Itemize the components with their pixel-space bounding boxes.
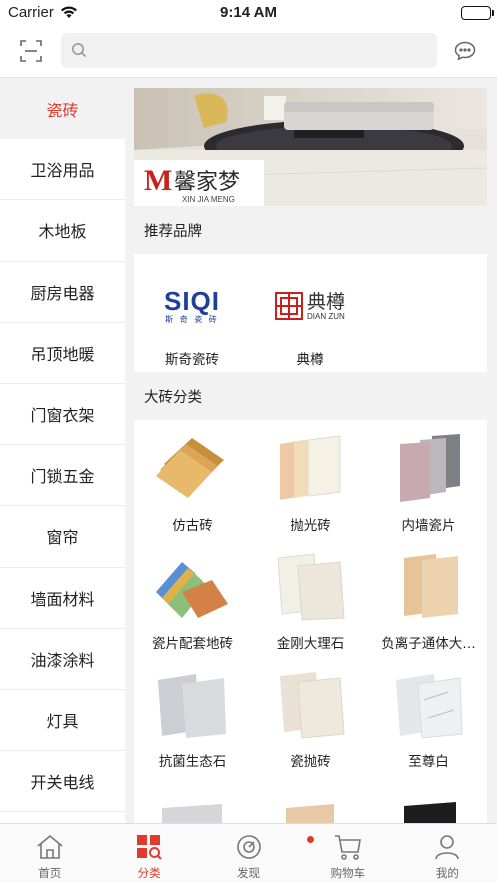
home-icon [35, 832, 65, 862]
tile-label: 瓷片配套地砖 [152, 636, 233, 652]
tile-item-negative-ion[interactable]: 负离子通体大… [370, 538, 487, 656]
tile-image [286, 804, 334, 823]
category-sidebar: 瓷砖 卫浴用品 木地板 厨房电器 吊顶地暖 门窗衣架 门锁五金 窗帘 墙面材料 … [0, 78, 125, 823]
tile-item-polished[interactable]: 抛光砖 [252, 420, 369, 538]
matching-floor-tile-image [156, 562, 228, 618]
category-icon [134, 832, 164, 862]
tile-category-grid: 仿古砖 抛光砖 内墙瓷片 瓷片配套地砖 金刚大理石 负离子通体大… 抗菌生态石 … [134, 420, 487, 823]
categories-section-title: 大砖分类 [144, 389, 202, 406]
sidebar-item-doors-windows[interactable]: 门窗衣架 [0, 383, 125, 446]
tile-label: 内墙瓷片 [401, 518, 456, 534]
brand-dianzun[interactable]: 典樽 DIAN ZUN 典樽 [258, 254, 362, 372]
tile-item-row4-3[interactable] [370, 774, 487, 823]
banner-logo-text: 馨家梦 [174, 170, 240, 195]
tile-item-row4-2[interactable] [252, 774, 369, 823]
banner-logo-sub: XIN JIA MENG [182, 195, 235, 204]
sidebar-item-ceiling-heating[interactable]: 吊顶地暖 [0, 322, 125, 384]
message-button[interactable] [450, 36, 480, 66]
tile-item-matching-floor[interactable]: 瓷片配套地砖 [134, 538, 251, 656]
tab-label: 首页 [38, 866, 62, 880]
discover-icon [234, 832, 264, 862]
tile-item-supreme-white[interactable]: 至尊白 [370, 656, 487, 774]
tile-image [162, 804, 222, 823]
sidebar-item-wood-floor[interactable]: 木地板 [0, 200, 125, 262]
category-content: M 馨家梦 XIN JIA MENG 推荐品牌 SIQI 斯 奇 瓷 砖 斯奇瓷… [134, 88, 487, 823]
search-icon [71, 42, 87, 62]
tab-label: 我的 [435, 866, 459, 880]
tile-label: 仿古砖 [172, 518, 213, 534]
bottom-tab-bar: 首页 分类 发现 购物车 我的 [0, 823, 497, 883]
tile-item-marble[interactable]: 金刚大理石 [252, 538, 369, 656]
tile-label: 抗菌生态石 [158, 754, 227, 770]
tab-discover[interactable]: 发现 [199, 824, 314, 883]
tab-label: 分类 [137, 866, 161, 880]
tab-category[interactable]: 分类 [99, 824, 198, 883]
search-input[interactable] [93, 33, 423, 68]
brand-siqi[interactable]: SIQI 斯 奇 瓷 砖 斯奇瓷砖 [140, 254, 244, 372]
sidebar-item-curtains[interactable]: 窗帘 [0, 506, 125, 568]
tile-item-antibacterial[interactable]: 抗菌生态石 [134, 656, 251, 774]
scan-icon [20, 40, 42, 62]
tile-label: 负离子通体大… [381, 636, 476, 652]
antibacterial-stone-image [158, 674, 226, 738]
banner-logo-mark: M [144, 164, 172, 197]
sidebar-item-paint[interactable]: 油漆涂料 [0, 628, 125, 690]
cart-icon [333, 832, 363, 862]
siqi-logo: SIQI 斯 奇 瓷 砖 [163, 285, 220, 324]
tab-label: 购物车 [330, 866, 366, 880]
tile-item-porcelain-polished[interactable]: 瓷抛砖 [252, 656, 369, 774]
brand-name: 斯奇瓷砖 [165, 352, 219, 368]
chat-bubble-icon [454, 41, 476, 61]
sidebar-item-lighting[interactable]: 灯具 [0, 689, 125, 752]
brand-list: SIQI 斯 奇 瓷 砖 斯奇瓷砖 典樽 DIAN ZUN 典樽 [134, 254, 487, 372]
tile-item-wall-tile[interactable]: 内墙瓷片 [370, 420, 487, 538]
dianzun-seal-icon [274, 292, 303, 320]
sidebar-item-tiles[interactable]: 瓷砖 [0, 78, 125, 140]
tile-label: 瓷抛砖 [290, 754, 331, 770]
tab-profile[interactable]: 我的 [398, 824, 497, 883]
clock: 9:14 AM [220, 4, 277, 21]
tile-image [404, 802, 456, 823]
status-bar: Carrier 9:14 AM [0, 0, 497, 26]
marble-tile-image [277, 553, 345, 621]
tile-label: 抛光砖 [290, 518, 331, 534]
dianzun-logo: 典樽 DIAN ZUN [258, 284, 362, 328]
sidebar-item-wall-materials[interactable]: 墙面材料 [0, 567, 125, 629]
top-bar [0, 26, 497, 78]
promo-banner[interactable]: M 馨家梦 XIN JIA MENG [134, 88, 487, 206]
porcelain-polished-tile-image [280, 672, 345, 739]
negative-ion-tile-image [404, 554, 458, 618]
sidebar-item-locks-hardware[interactable]: 门锁五金 [0, 445, 125, 507]
tile-label: 金刚大理石 [276, 636, 345, 652]
tab-home[interactable]: 首页 [0, 824, 99, 883]
sidebar-item-kitchen-appliances[interactable]: 厨房电器 [0, 261, 125, 323]
polished-tile-image [280, 435, 341, 500]
antique-tile-image [156, 438, 224, 498]
brands-section-title: 推荐品牌 [144, 223, 202, 240]
living-room-photo: M 馨家梦 XIN JIA MENG [134, 88, 487, 206]
tile-item-row4-1[interactable] [134, 774, 251, 823]
tile-label: 至尊白 [408, 754, 449, 770]
battery-icon [461, 6, 494, 20]
sidebar-item-switches-wires[interactable]: 开关电线 [0, 751, 125, 813]
scan-button[interactable] [14, 36, 48, 66]
tile-item-antique[interactable]: 仿古砖 [134, 420, 251, 538]
supreme-white-tile-image [396, 674, 463, 739]
search-bar[interactable] [61, 33, 437, 68]
brand-name: 典樽 [296, 352, 324, 368]
profile-icon [432, 832, 462, 862]
tab-cart[interactable]: 购物车 [298, 824, 397, 883]
wall-tile-image [400, 434, 460, 502]
sidebar-item-bathroom[interactable]: 卫浴用品 [0, 139, 125, 201]
tab-label: 发现 [237, 866, 261, 880]
